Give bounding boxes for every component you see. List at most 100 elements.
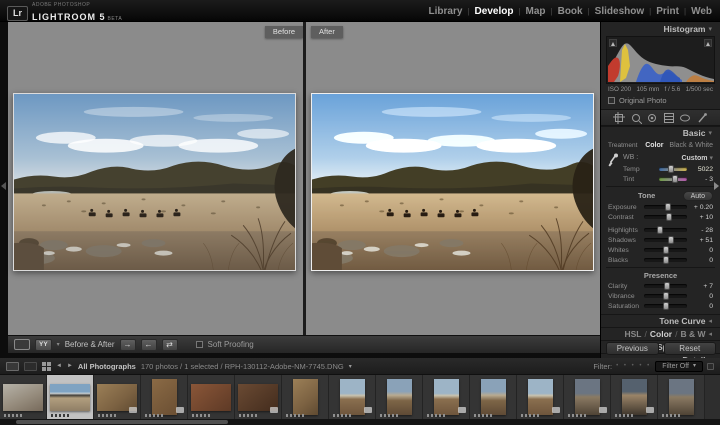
exposure-value[interactable]: + 0.20 (691, 204, 713, 211)
hsl-panel-header[interactable]: HSL / Color / B & W ◂ (601, 327, 720, 340)
wb-preset-select[interactable]: Custom (681, 155, 707, 162)
saturation-value[interactable]: 0 (691, 303, 713, 310)
rating-filter-dots[interactable]: • • • • • (616, 363, 651, 369)
crop-overlay-icon[interactable] (613, 112, 625, 124)
filmstrip-thumbnail[interactable] (235, 375, 282, 419)
tint-value[interactable]: - 3 (691, 176, 713, 183)
bw-option[interactable]: B & W (680, 329, 705, 339)
filmstrip-thumbnail[interactable] (188, 375, 235, 419)
highlights-value[interactable]: - 28 (691, 227, 713, 234)
filter-preset-select[interactable]: Filter Off ▾ (655, 361, 703, 372)
right-panel-collapse-icon[interactable] (714, 182, 719, 190)
basic-panel-header[interactable]: Basic ▾ (601, 126, 720, 139)
before-photo[interactable] (13, 93, 296, 271)
spot-removal-icon[interactable] (630, 112, 642, 124)
presence-section-label: Presence (644, 271, 677, 280)
shadows-value[interactable]: + 51 (691, 237, 713, 244)
grid-view-icon[interactable] (42, 362, 51, 371)
treatment-bw-option[interactable]: Black & White (669, 142, 713, 149)
exposure-slider[interactable] (644, 205, 687, 209)
copy-after-to-before-button[interactable]: ← (141, 339, 157, 351)
filmstrip-thumbnail[interactable] (329, 375, 376, 419)
blacks-value[interactable]: 0 (691, 257, 713, 264)
loupe-view-icon[interactable] (14, 339, 30, 350)
module-web[interactable]: Web (691, 6, 712, 17)
blacks-label: Blacks (608, 257, 640, 264)
original-photo-checkbox[interactable] (608, 97, 615, 104)
graduated-filter-icon[interactable] (663, 112, 675, 124)
histogram[interactable] (606, 36, 715, 84)
filmstrip-source[interactable]: All Photographs (78, 362, 136, 371)
contrast-slider[interactable] (644, 215, 687, 219)
clarity-slider[interactable] (644, 284, 687, 288)
hsl-collapsed-icon: ◂ (708, 330, 712, 338)
filmstrip-thumbnail[interactable] (470, 375, 517, 419)
contrast-value[interactable]: + 10 (691, 214, 713, 221)
left-panel-collapse-strip[interactable] (0, 22, 8, 358)
second-window-button[interactable] (24, 362, 37, 371)
module-print[interactable]: Print (656, 6, 679, 17)
module-develop[interactable]: Develop (475, 6, 514, 17)
clarity-value[interactable]: + 7 (691, 283, 713, 290)
auto-tone-button[interactable]: Auto (683, 191, 713, 201)
filmstrip-thumbnail[interactable] (376, 375, 423, 419)
before-after-view-button[interactable]: YY (35, 339, 52, 351)
previous-button[interactable]: Previous (606, 342, 659, 355)
radial-filter-icon[interactable] (679, 112, 691, 124)
filmstrip-thumbnail[interactable] (423, 375, 470, 419)
filter-value: Filter Off (662, 362, 689, 371)
histogram-title: Histogram (663, 24, 705, 34)
adjustment-brush-icon[interactable] (696, 112, 708, 124)
red-eye-icon[interactable] (646, 112, 658, 124)
filmstrip-thumbnail-selected[interactable] (47, 375, 94, 419)
filmstrip-thumbnail[interactable] (517, 375, 564, 419)
highlights-slider[interactable] (644, 228, 687, 232)
vibrance-value[interactable]: 0 (691, 293, 713, 300)
filmstrip-thumbnail[interactable] (564, 375, 611, 419)
reset-button[interactable]: Reset (664, 342, 717, 355)
previous-photo-arrow-icon[interactable]: ◄ (56, 363, 62, 369)
white-balance-eyedropper-icon[interactable] (607, 153, 618, 169)
view-mode-caret-icon[interactable]: ▾ (57, 341, 60, 348)
module-slideshow[interactable]: Slideshow (595, 6, 644, 17)
module-library[interactable]: Library (429, 6, 463, 17)
temp-slider[interactable] (659, 167, 687, 171)
filmstrip-thumbnail[interactable] (141, 375, 188, 419)
filmstrip-scrollbar[interactable] (0, 419, 720, 425)
module-picker: Library | Develop | Map | Book | Slidesh… (429, 0, 712, 22)
filter-lock-icon[interactable] (707, 363, 714, 370)
hsl-option[interactable]: HSL (625, 329, 642, 339)
after-photo[interactable] (311, 93, 594, 271)
temp-value[interactable]: 5022 (691, 166, 713, 173)
saturation-slider[interactable] (644, 304, 687, 308)
filmstrip-scrollbar-thumb[interactable] (16, 420, 228, 424)
filmstrip-thumbnail[interactable] (611, 375, 658, 419)
histogram-panel-header[interactable]: Histogram ▾ (601, 22, 720, 35)
filmstrip-summary[interactable]: 170 photos / 1 selected / RPH-130112-Ado… (141, 362, 344, 371)
main-window-button[interactable] (6, 362, 19, 371)
title-bar: Lr ADOBE PHOTOSHOP LIGHTROOM 5BETA Libra… (0, 0, 720, 22)
swap-before-after-button[interactable]: ⇄ (162, 339, 178, 351)
copy-before-to-after-button[interactable]: → (120, 339, 136, 351)
soft-proofing-checkbox[interactable] (196, 341, 203, 348)
tone-curve-panel-header[interactable]: Tone Curve ◂ (601, 314, 720, 327)
color-option[interactable]: Color (650, 329, 672, 339)
filmstrip-thumbnail[interactable] (94, 375, 141, 419)
whites-slider[interactable] (644, 248, 687, 252)
after-pane (306, 22, 601, 335)
module-book[interactable]: Book (558, 6, 583, 17)
blacks-slider[interactable] (644, 258, 687, 262)
filmstrip-thumbnail[interactable] (282, 375, 329, 419)
tint-slider[interactable] (659, 177, 687, 181)
lightroom-logo-icon: Lr (7, 6, 28, 21)
next-photo-arrow-icon[interactable]: ► (67, 363, 73, 369)
vibrance-label: Vibrance (608, 293, 640, 300)
filmstrip-thumbnail[interactable] (0, 375, 47, 419)
vibrance-slider[interactable] (644, 294, 687, 298)
treatment-color-option[interactable]: Color (645, 142, 663, 149)
filmstrip-summary-caret-icon[interactable]: ▾ (349, 363, 352, 370)
filmstrip-thumbnail[interactable] (658, 375, 705, 419)
whites-value[interactable]: 0 (691, 247, 713, 254)
module-map[interactable]: Map (526, 6, 546, 17)
shadows-slider[interactable] (644, 238, 687, 242)
